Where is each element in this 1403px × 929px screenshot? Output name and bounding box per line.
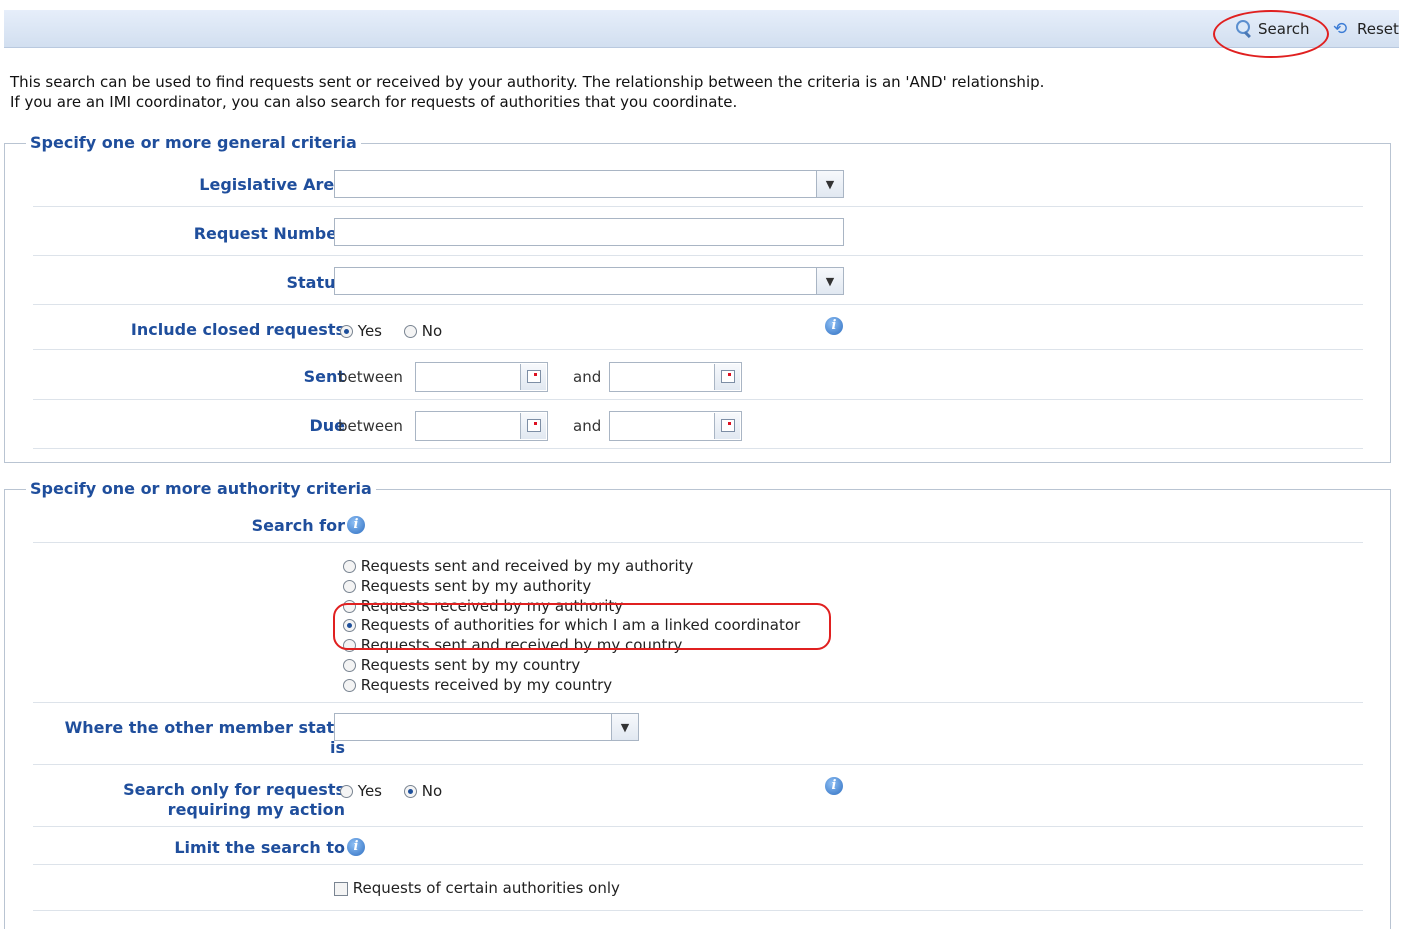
chevron-down-icon[interactable]: ▼ bbox=[816, 268, 843, 294]
my-action-yes-option[interactable]: Yes bbox=[340, 781, 382, 801]
my-action-yes-label: Yes bbox=[357, 782, 382, 800]
search-for-option-label: Requests received by my country bbox=[360, 676, 613, 694]
calendar-icon[interactable] bbox=[714, 364, 740, 390]
other-member-state-label-line-1: Where the other member state bbox=[64, 718, 345, 737]
reset-icon: ⟲ bbox=[1333, 19, 1348, 39]
search-for-option-label: Requests sent by my country bbox=[360, 656, 581, 674]
due-from-date-input[interactable] bbox=[415, 411, 548, 441]
info-icon[interactable]: i bbox=[347, 516, 365, 534]
intro-line-1: This search can be used to find requests… bbox=[10, 73, 1045, 91]
toolbar: Search ⟲ Reset bbox=[4, 10, 1399, 48]
due-between-text: between bbox=[338, 417, 403, 435]
my-action-no-option[interactable]: No bbox=[404, 781, 442, 801]
calendar-icon[interactable] bbox=[520, 413, 546, 439]
due-row: Due between and bbox=[33, 399, 1363, 449]
include-closed-no-label: No bbox=[421, 322, 443, 340]
info-icon[interactable]: i bbox=[825, 777, 843, 795]
request-number-label: Request Number bbox=[193, 224, 345, 243]
search-for-option[interactable]: Requests sent and received by my country bbox=[343, 635, 682, 655]
sent-to-date-input[interactable] bbox=[609, 362, 742, 392]
include-closed-no-radio[interactable] bbox=[404, 325, 417, 338]
other-member-state-row: Where the other member state is ▼ bbox=[33, 702, 1363, 765]
include-closed-yes-option[interactable]: Yes bbox=[340, 321, 382, 341]
request-number-input[interactable] bbox=[334, 218, 844, 246]
status-row: Status ▼ bbox=[33, 255, 1363, 305]
include-closed-yes-label: Yes bbox=[357, 322, 382, 340]
my-action-no-label: No bbox=[421, 782, 443, 800]
legislative-area-row: Legislative Area ▼ bbox=[33, 164, 1363, 207]
reset-button[interactable]: ⟲ Reset bbox=[1333, 18, 1399, 40]
general-criteria-legend: Specify one or more general criteria bbox=[26, 133, 361, 153]
include-closed-label: Include closed requests bbox=[130, 320, 345, 339]
chevron-down-icon[interactable]: ▼ bbox=[816, 171, 843, 197]
search-for-radio[interactable] bbox=[343, 659, 356, 672]
certain-authorities-row: Requests of certain authorities only bbox=[33, 864, 1363, 911]
search-for-option[interactable]: Requests sent by my country bbox=[343, 655, 580, 675]
search-for-radio[interactable] bbox=[343, 639, 356, 652]
chevron-down-icon[interactable]: ▼ bbox=[611, 714, 638, 740]
search-for-option-label: Requests sent and received by my country bbox=[360, 636, 683, 654]
intro-line-2: If you are an IMI coordinator, you can a… bbox=[10, 93, 738, 111]
sent-row: Sent between and bbox=[33, 349, 1363, 400]
authority-criteria-legend: Specify one or more authority criteria bbox=[26, 479, 376, 499]
search-for-radio[interactable] bbox=[343, 580, 356, 593]
due-and-text: and bbox=[573, 417, 602, 435]
search-for-option-label: Requests sent by my authority bbox=[360, 577, 592, 595]
search-for-radio[interactable] bbox=[343, 679, 356, 692]
intro-text: This search can be used to find requests… bbox=[10, 72, 1044, 112]
general-criteria-fieldset: Specify one or more general criteria Leg… bbox=[4, 133, 1391, 463]
my-action-label-line-2: requiring my action bbox=[167, 800, 345, 819]
include-closed-row: Include closed requests Yes No i bbox=[33, 304, 1363, 350]
calendar-icon[interactable] bbox=[714, 413, 740, 439]
search-for-option-label: Requests of authorities for which I am a… bbox=[360, 616, 801, 634]
search-for-row: Search for i bbox=[33, 502, 1363, 543]
search-for-option[interactable]: Requests sent and received by my authori… bbox=[343, 556, 693, 576]
search-for-option-selected[interactable]: Requests of authorities for which I am a… bbox=[343, 615, 800, 635]
my-action-row: Search only for requests requiring my ac… bbox=[33, 764, 1363, 827]
search-for-radio[interactable] bbox=[343, 560, 356, 573]
other-member-state-select[interactable]: ▼ bbox=[334, 713, 639, 741]
sent-from-date-input[interactable] bbox=[415, 362, 548, 392]
include-closed-yes-radio[interactable] bbox=[340, 325, 353, 338]
my-action-yes-radio[interactable] bbox=[340, 785, 353, 798]
search-for-radio[interactable] bbox=[343, 600, 356, 613]
search-icon bbox=[1234, 19, 1254, 39]
search-for-radio[interactable] bbox=[343, 619, 356, 632]
status-select[interactable]: ▼ bbox=[334, 267, 844, 295]
my-action-label-line-1: Search only for requests bbox=[123, 780, 345, 799]
info-icon[interactable]: i bbox=[347, 838, 365, 856]
search-for-options-row: Requests sent and received by my authori… bbox=[33, 542, 1363, 703]
authority-criteria-fieldset: Specify one or more authority criteria S… bbox=[4, 479, 1391, 929]
certain-authorities-option[interactable]: Requests of certain authorities only bbox=[334, 878, 620, 898]
certain-authorities-checkbox[interactable] bbox=[334, 881, 348, 896]
search-for-option[interactable]: Requests received by my authority bbox=[343, 596, 623, 616]
search-button[interactable]: Search bbox=[1234, 18, 1310, 40]
certain-authorities-label: Requests of certain authorities only bbox=[352, 879, 620, 897]
search-for-option[interactable]: Requests received by my country bbox=[343, 675, 612, 695]
search-for-label: Search for bbox=[251, 516, 345, 535]
search-for-option[interactable]: Requests sent by my authority bbox=[343, 576, 591, 596]
legislative-area-label: Legislative Area bbox=[199, 175, 345, 194]
info-icon[interactable]: i bbox=[825, 317, 843, 335]
legislative-area-select[interactable]: ▼ bbox=[334, 170, 844, 198]
sent-and-text: and bbox=[573, 368, 602, 386]
include-closed-no-option[interactable]: No bbox=[404, 321, 442, 341]
calendar-icon[interactable] bbox=[520, 364, 546, 390]
request-number-row: Request Number bbox=[33, 206, 1363, 256]
search-for-option-label: Requests received by my authority bbox=[360, 597, 624, 615]
sent-between-text: between bbox=[338, 368, 403, 386]
search-for-option-label: Requests sent and received by my authori… bbox=[360, 557, 694, 575]
limit-search-row: Limit the search to i bbox=[33, 826, 1363, 865]
due-to-date-input[interactable] bbox=[609, 411, 742, 441]
my-action-no-radio[interactable] bbox=[404, 785, 417, 798]
other-member-state-label-line-2: is bbox=[329, 738, 345, 757]
search-button-label: Search bbox=[1258, 20, 1310, 38]
reset-button-label: Reset bbox=[1357, 20, 1399, 38]
limit-search-label: Limit the search to bbox=[174, 838, 345, 857]
